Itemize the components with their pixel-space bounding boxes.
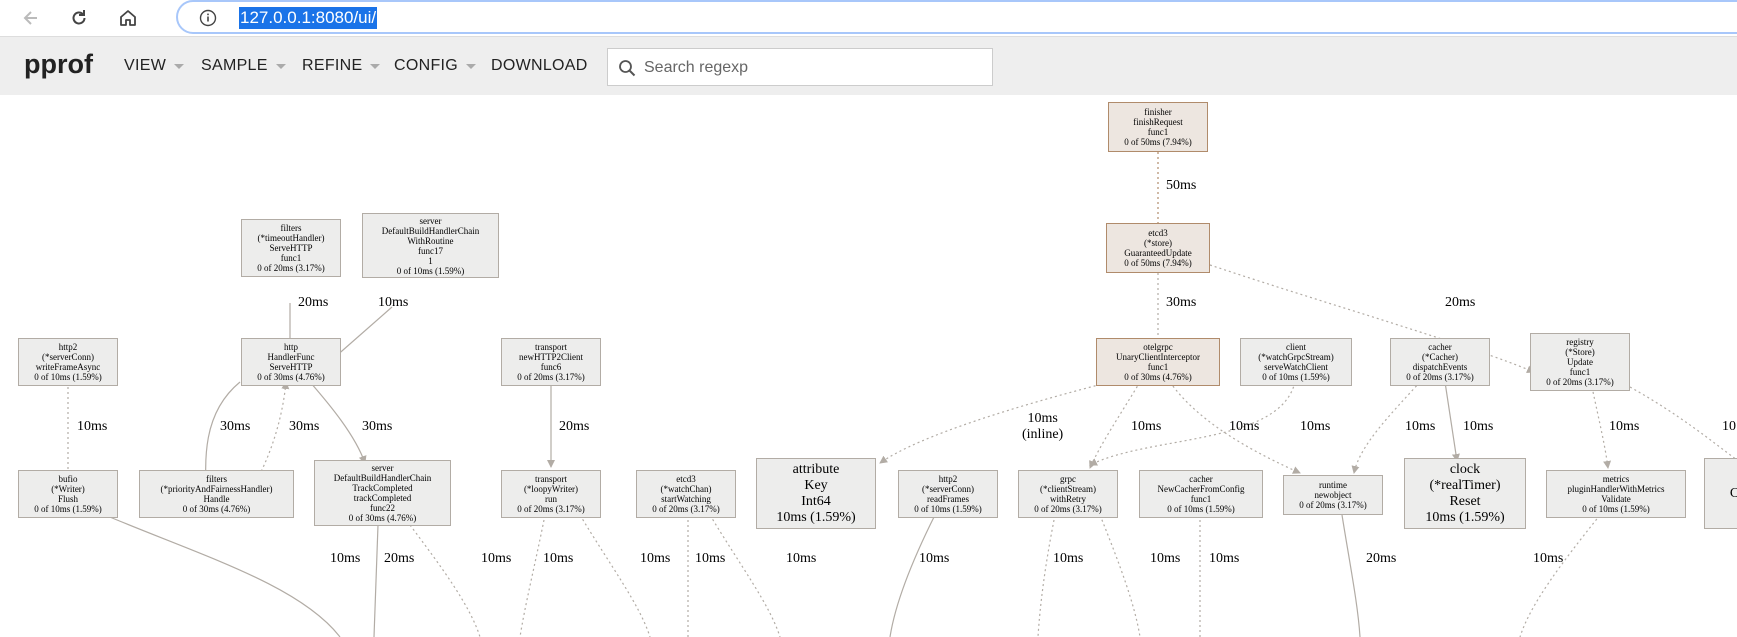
node-http-handlerfunc[interactable]: http HandlerFunc ServeHTTP 0 of 30ms (4.76%… xyxy=(241,338,341,386)
edge-label: 10ms xyxy=(1300,419,1331,434)
edge-bottom-3 xyxy=(409,524,481,637)
node-http2-serverconn-write[interactable]: http2 (*serverConn) writeFrameAsync 0 of 10… xyxy=(18,338,118,386)
app-title: pprof xyxy=(24,49,93,79)
node-etcd3-store[interactable]: etcd3 (*store) GuaranteedUpdate 0 of 50ms (… xyxy=(1106,223,1210,273)
node-server-handlerchain[interactable]: server DefaultBuildHandlerChain WithRoutin… xyxy=(362,213,499,278)
edge-label: 10ms xyxy=(640,551,671,566)
home-icon[interactable] xyxy=(113,3,143,33)
edge-label: 20ms xyxy=(298,295,329,310)
node-bufio-flush[interactable]: bufio (*Writer) Flush 0 of 10ms (1.59%) xyxy=(18,470,118,518)
address-bar[interactable]: 127.0.0.1:8080/ui/ xyxy=(176,0,1737,34)
reload-icon[interactable] xyxy=(64,3,94,33)
edge-label: 10ms xyxy=(786,551,817,566)
chevron-down-icon xyxy=(174,63,185,69)
menu-label: SAMPLE xyxy=(201,57,268,74)
call-graph[interactable]: finisher finishRequest func1 0 of 50ms (7.9… xyxy=(0,95,1737,637)
menu-sample[interactable]: SAMPLE xyxy=(201,57,286,75)
menu-label: REFINE xyxy=(302,57,363,74)
node-clock-reset[interactable]: clock (*realTimer) Reset 10ms (1.59%) xyxy=(1404,458,1526,529)
browser-toolbar: 127.0.0.1:8080/ui/ xyxy=(0,0,1737,36)
edge-bottom-10 xyxy=(1099,514,1141,637)
pprof-header: pprof VIEW SAMPLE REFINE CONFIG DOWNLOAD xyxy=(0,36,1737,95)
search-icon xyxy=(618,59,636,82)
search-box xyxy=(607,48,993,87)
edge-label: 10ms xyxy=(1053,551,1084,566)
search-input[interactable] xyxy=(642,49,986,87)
chevron-down-icon xyxy=(275,63,286,69)
edge-otel-attr xyxy=(879,381,1111,464)
edge-label: 10ms xyxy=(1533,551,1564,566)
edge-cacher-clock xyxy=(1444,381,1460,462)
node-client-watchgrpc[interactable]: client (*watchGrpcStream) serveWatchClient… xyxy=(1240,338,1352,386)
edge-label: 50ms xyxy=(1166,178,1197,193)
edge-label: 30ms xyxy=(362,419,393,434)
edge-registry-metrics xyxy=(1591,386,1612,469)
edge-bottom-1 xyxy=(104,514,341,637)
node-otelgrpc[interactable]: otelgrpc UnaryClientInterceptor func1 0 of … xyxy=(1096,338,1220,386)
edge-bottom-8 xyxy=(889,514,936,637)
edge-label: 20ms xyxy=(384,551,415,566)
edge-bottom-2 xyxy=(373,524,379,637)
edge-label: 20ms xyxy=(1366,551,1397,566)
edge-label: 10ms xyxy=(1131,419,1162,434)
menu-label: VIEW xyxy=(124,57,167,74)
back-icon[interactable] xyxy=(16,3,46,33)
edge-bottom-7 xyxy=(709,514,781,637)
edge-label: 10ms (inline) xyxy=(1022,411,1064,442)
node-transport-newhttp2[interactable]: transport newHTTP2Client func6 0 of 20ms (3… xyxy=(501,338,601,386)
info-icon[interactable] xyxy=(199,9,217,32)
edge-bottom-5 xyxy=(579,514,651,637)
edge-label: 20ms xyxy=(1445,295,1476,310)
node-server-trackcompleted[interactable]: server DefaultBuildHandlerChain TrackCompl… xyxy=(314,460,451,526)
menu-refine[interactable]: REFINE xyxy=(302,57,381,75)
edge-label: 10ms xyxy=(330,551,361,566)
edge-label: 10ms xyxy=(1209,551,1240,566)
node-cacher-dispatch[interactable]: cacher (*Cacher) dispatchEvents 0 of 20ms (… xyxy=(1390,338,1490,386)
edge-label: 10ms xyxy=(1405,419,1436,434)
chevron-down-icon xyxy=(466,63,477,69)
node-etcd3-watchchan[interactable]: etcd3 (*watchChan) startWatching 0 of 20ms … xyxy=(636,470,736,518)
edge-label: 10ms xyxy=(1229,419,1260,434)
edge-bottom-9 xyxy=(1037,514,1056,637)
edge-registry-offscreen xyxy=(1629,386,1737,461)
edge-label: 10ms xyxy=(919,551,950,566)
node-runtime-newobject[interactable]: runtime newobject 0 of 20ms (3.17%) xyxy=(1283,475,1383,515)
edge-label: 10ms xyxy=(543,551,574,566)
chevron-down-icon xyxy=(370,63,381,69)
edge-label: 30ms xyxy=(1166,295,1197,310)
edge-bottom-4 xyxy=(519,514,546,637)
edge-client-grpc xyxy=(1089,381,1296,466)
edge-bottom-13 xyxy=(1519,514,1601,637)
edge-label: 10ms xyxy=(695,551,726,566)
menu-view[interactable]: VIEW xyxy=(124,57,185,75)
node-http2-readframes[interactable]: http2 (*serverConn) readFrames 0 of 10ms (1… xyxy=(898,470,998,518)
edge-label: 30ms xyxy=(289,419,320,434)
menu-label: CONFIG xyxy=(394,57,459,74)
edge-label: 10ms xyxy=(378,295,409,310)
edge-label: 10ms xyxy=(77,419,108,434)
node-filters-timeout[interactable]: filters (*timeoutHandler) ServeHTTP func1 0 … xyxy=(241,219,341,277)
menu-label: DOWNLOAD xyxy=(491,57,588,74)
edge-label: 10ms xyxy=(481,551,512,566)
node-transport-loopywriter[interactable]: transport (*loopyWriter) run 0 of 20ms (3.1… xyxy=(501,470,601,518)
menu-download[interactable]: DOWNLOAD xyxy=(491,57,588,75)
edge-label: 30ms xyxy=(220,419,251,434)
node-filters-priority[interactable]: filters (*priorityAndFairnessHandler) Hand… xyxy=(139,470,294,518)
node-grpc-withretry[interactable]: grpc (*clientStream) withRetry 0 of 20ms (3… xyxy=(1018,470,1118,518)
node-registry-update[interactable]: registry (*Store) Update func1 0 of 20ms (3.… xyxy=(1530,333,1630,391)
node-metrics-validate[interactable]: metrics pluginHandlerWithMetrics Validate 0… xyxy=(1546,470,1686,518)
node-cacher-newcacher[interactable]: cacher NewCacherFromConfig func1 0 of 10ms … xyxy=(1139,470,1263,518)
node-finisher[interactable]: finisher finishRequest func1 0 of 50ms (7.9… xyxy=(1108,102,1208,152)
edge-label: 10ms xyxy=(1463,419,1494,434)
node-offscreen[interactable]: C xyxy=(1704,458,1737,529)
node-attribute-key[interactable]: attribute Key Int64 10ms (1.59%) xyxy=(756,458,876,529)
menu-config[interactable]: CONFIG xyxy=(394,57,477,75)
edge-label: 10ms xyxy=(1150,551,1181,566)
edge-label: 10ms xyxy=(1609,419,1640,434)
url-text[interactable]: 127.0.0.1:8080/ui/ xyxy=(239,7,378,29)
edge-label: 10 xyxy=(1722,419,1736,434)
edge-label: 20ms xyxy=(559,419,590,434)
edge-bottom-12 xyxy=(1341,514,1361,637)
